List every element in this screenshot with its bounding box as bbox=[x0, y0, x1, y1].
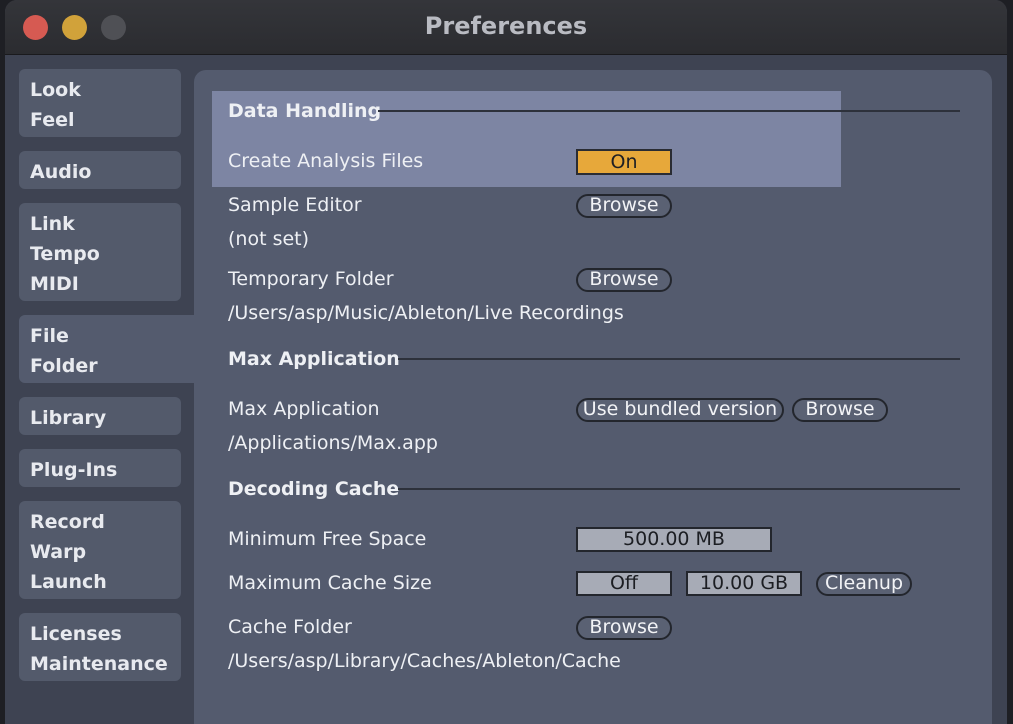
temporary-folder-path: /Users/asp/Music/Ableton/Live Recordings bbox=[228, 302, 624, 324]
section-divider bbox=[398, 488, 960, 490]
sample-editor-path: (not set) bbox=[228, 228, 310, 250]
maximum-cache-size-label: Maximum Cache Size bbox=[228, 572, 432, 594]
maximum-cache-size-toggle[interactable]: Off bbox=[576, 571, 672, 596]
cache-folder-path: /Users/asp/Library/Caches/Ableton/Cache bbox=[228, 650, 621, 672]
tab-plug-ins[interactable]: Plug-Ins bbox=[19, 449, 181, 487]
tab-look-feel[interactable]: Look Feel bbox=[19, 69, 181, 137]
sample-editor-browse-button[interactable]: Browse bbox=[576, 194, 672, 218]
section-divider bbox=[398, 358, 960, 360]
tab-label: Tempo bbox=[30, 243, 100, 265]
tab-label: Audio bbox=[30, 161, 92, 183]
tab-label: MIDI bbox=[30, 273, 79, 295]
tab-link-tempo-midi[interactable]: Link Tempo MIDI bbox=[19, 203, 181, 301]
tab-label: Folder bbox=[30, 355, 98, 377]
temporary-folder-label: Temporary Folder bbox=[228, 268, 394, 290]
tab-audio[interactable]: Audio bbox=[19, 151, 181, 189]
minimum-free-space-field[interactable]: 500.00 MB bbox=[576, 527, 772, 552]
cleanup-button[interactable]: Cleanup bbox=[816, 572, 912, 596]
tab-label: Plug-Ins bbox=[30, 459, 118, 481]
section-heading-max-application: Max Application bbox=[228, 348, 400, 370]
section-heading-decoding-cache: Decoding Cache bbox=[228, 478, 400, 500]
cache-folder-label: Cache Folder bbox=[228, 616, 352, 638]
max-application-path: /Applications/Max.app bbox=[228, 432, 438, 454]
tab-label: Warp bbox=[30, 541, 87, 563]
minimum-free-space-label: Minimum Free Space bbox=[228, 528, 427, 550]
maximum-cache-size-field[interactable]: 10.00 GB bbox=[686, 571, 802, 596]
tab-label: Library bbox=[30, 407, 107, 429]
section-heading-data-handling: Data Handling bbox=[228, 100, 382, 122]
tab-label: File bbox=[30, 325, 69, 347]
use-bundled-version-button[interactable]: Use bundled version bbox=[576, 398, 784, 422]
preferences-window: Preferences Look Feel Audio Link Tempo M… bbox=[5, 0, 1007, 724]
tab-record-warp-launch[interactable]: Record Warp Launch bbox=[19, 501, 181, 599]
tab-file-folder[interactable]: File Folder bbox=[19, 315, 199, 383]
temporary-folder-browse-button[interactable]: Browse bbox=[576, 268, 672, 292]
tab-licenses-maintenance[interactable]: Licenses Maintenance bbox=[19, 613, 181, 681]
tab-label: Launch bbox=[30, 571, 107, 593]
cache-folder-browse-button[interactable]: Browse bbox=[576, 616, 672, 640]
sample-editor-label: Sample Editor bbox=[228, 194, 362, 216]
tab-label: Licenses bbox=[30, 623, 122, 645]
section-divider bbox=[378, 110, 960, 112]
max-application-browse-button[interactable]: Browse bbox=[792, 398, 888, 422]
max-application-label: Max Application bbox=[228, 398, 380, 420]
tab-label: Feel bbox=[30, 109, 75, 131]
tab-label: Record bbox=[30, 511, 105, 533]
create-analysis-files-toggle[interactable]: On bbox=[576, 149, 672, 175]
tab-label: Maintenance bbox=[30, 653, 168, 675]
create-analysis-files-label: Create Analysis Files bbox=[228, 150, 424, 172]
tab-label: Look bbox=[30, 79, 81, 101]
window-title: Preferences bbox=[424, 12, 588, 40]
title-bar[interactable]: Preferences bbox=[5, 0, 1007, 55]
tab-library[interactable]: Library bbox=[19, 397, 181, 435]
tab-label: Link bbox=[30, 213, 75, 235]
